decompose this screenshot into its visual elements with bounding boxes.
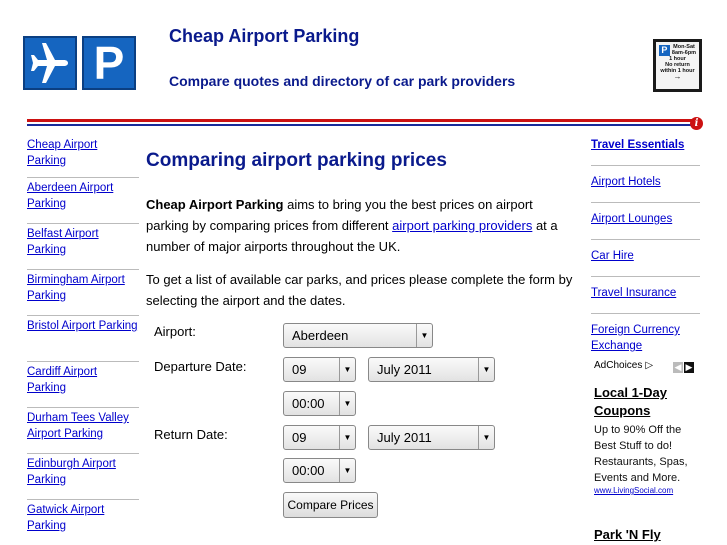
departure-time-value: 00:00 [292,396,325,411]
chevron-down-icon: ▼ [416,324,432,347]
page-heading: Comparing airport parking prices [146,150,447,171]
right-nav-link[interactable]: Airport Hotels [591,176,661,188]
ad-title-second[interactable]: Park 'N Fly [594,527,661,542]
right-nav-item: Travel Insurance [591,277,700,314]
airplane-icon [23,36,77,90]
left-nav-item: Aberdeen Airport Parking [27,178,139,224]
airport-select-value: Aberdeen [292,328,349,343]
right-nav-item: Airport Hotels [591,166,700,203]
ad-block: AdChoices ▷ ◀ ▶ Local 1-Day Coupons Up t… [594,360,704,495]
left-nav-item: Gatwick Airport Parking [27,500,139,545]
airport-label: Airport: [154,324,196,339]
header-divider-red [27,119,694,122]
ad-url[interactable]: www.LivingSocial.com [594,486,704,495]
left-nav-link[interactable]: Birmingham Airport Parking [27,274,125,302]
ad-choices-label: AdChoices [594,360,643,371]
left-nav-link[interactable]: Edinburgh Airport Parking [27,458,116,486]
intro-bold: Cheap Airport Parking [146,197,284,212]
site-logo[interactable]: P [23,36,136,90]
parking-sign-p-icon: P [658,44,670,56]
right-nav-item: Travel Essentials [591,135,700,166]
left-nav-link[interactable]: Bristol Airport Parking [27,320,138,332]
right-sidebar: Travel Essentials Airport Hotels Airport… [591,135,700,362]
site-tagline: Compare quotes and directory of car park… [169,73,516,89]
chevron-down-icon: ▼ [478,426,494,449]
sign-arrow: → [673,72,682,81]
right-nav-link[interactable]: Airport Lounges [591,213,672,225]
left-nav-link[interactable]: Durham Tees Valley Airport Parking [27,412,129,440]
right-nav-link[interactable]: Travel Essentials [591,139,684,151]
compare-prices-button[interactable]: Compare Prices [283,492,378,518]
header-divider-blue [27,124,694,126]
return-month-select[interactable]: July 2011 ▼ [368,425,495,450]
left-sidebar: Cheap Airport Parking Aberdeen Airport P… [27,135,139,545]
ad-title[interactable]: Local 1-Day Coupons [594,384,704,420]
left-nav-link[interactable]: Cardiff Airport Parking [27,366,97,394]
right-nav-item: Foreign Currency Exchange [591,314,700,362]
site-title: Cheap Airport Parking [169,26,360,46]
return-time-select[interactable]: 00:00 ▼ [283,458,356,483]
return-month-value: July 2011 [377,430,432,445]
return-time-value: 00:00 [292,463,325,478]
departure-month-value: July 2011 [377,362,432,377]
left-nav-item: Birmingham Airport Parking [27,270,139,316]
left-nav-item: Cheap Airport Parking [27,135,139,178]
left-nav-link[interactable]: Belfast Airport Parking [27,228,99,256]
right-nav-item: Airport Lounges [591,203,700,240]
left-nav-item: Durham Tees Valley Airport Parking [27,408,139,454]
return-day-value: 09 [292,430,307,445]
departure-time-select[interactable]: 00:00 ▼ [283,391,356,416]
left-nav-link[interactable]: Aberdeen Airport Parking [27,182,113,210]
ad-body: Up to 90% Off the Best Stuff to do! Rest… [594,424,688,484]
return-date-label: Return Date: [154,427,228,442]
chevron-down-icon: ▼ [339,392,355,415]
left-nav-item: Belfast Airport Parking [27,224,139,270]
left-nav-item: Bristol Airport Parking [27,316,139,362]
chevron-down-icon: ▼ [339,358,355,381]
ad-choices-icon: ▷ [645,360,654,371]
parking-p-icon: P [82,36,136,90]
providers-link[interactable]: airport parking providers [392,218,532,233]
right-nav-item: Car Hire [591,240,700,277]
main-content: Comparing airport parking prices Cheap A… [146,150,576,323]
ad-nav-arrows: ◀ ▶ [673,362,694,373]
right-nav-link[interactable]: Car Hire [591,250,634,262]
departure-day-select[interactable]: 09 ▼ [283,357,356,382]
logo-letter: P [93,37,125,89]
left-nav-item: Cardiff Airport Parking [27,362,139,408]
parking-sign-image: P Mon-Sat 8am-6pm 1 hour No return withi… [653,39,702,92]
left-nav-item: Edinburgh Airport Parking [27,454,139,500]
instructions-paragraph: To get a list of available car parks, an… [146,272,573,308]
ad-next-icon[interactable]: ▶ [684,362,694,373]
departure-date-label: Departure Date: [154,359,247,374]
left-nav-link[interactable]: Gatwick Airport Parking [27,504,104,532]
right-nav-link[interactable]: Travel Insurance [591,287,676,299]
intro-paragraph: Cheap Airport Parking aims to bring you … [146,194,576,257]
ad-prev-icon[interactable]: ◀ [673,362,683,373]
departure-month-select[interactable]: July 2011 ▼ [368,357,495,382]
airport-select[interactable]: Aberdeen ▼ [283,323,433,348]
chevron-down-icon: ▼ [339,459,355,482]
left-nav-link[interactable]: Cheap Airport Parking [27,139,97,167]
chevron-down-icon: ▼ [478,358,494,381]
departure-day-value: 09 [292,362,307,377]
right-nav-link[interactable]: Foreign Currency Exchange [591,324,680,352]
chevron-down-icon: ▼ [339,426,355,449]
info-icon[interactable]: i [690,117,703,130]
return-day-select[interactable]: 09 ▼ [283,425,356,450]
